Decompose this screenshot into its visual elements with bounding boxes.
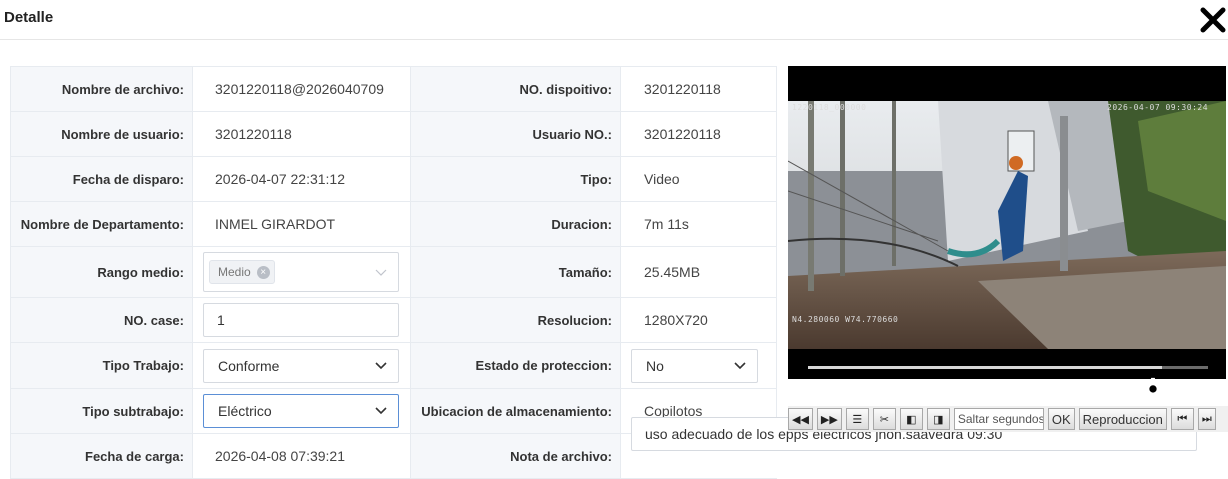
close-icon[interactable]: [1200, 6, 1226, 34]
label-usuario-no: Usuario NO.:: [410, 112, 621, 156]
rango-medio-select[interactable]: Medio ×: [203, 252, 399, 292]
next-frame-icon: ◨: [933, 413, 944, 426]
value-no-dispositivo: 3201220118: [621, 67, 777, 111]
fast-forward-icon: ▶▶: [820, 413, 838, 426]
label-tipo: Tipo:: [410, 157, 621, 201]
skip-end-button[interactable]: ⏭: [1197, 408, 1216, 430]
value-departamento: INMEL GIRARDOT: [215, 216, 336, 232]
ok-button[interactable]: OK: [1047, 408, 1075, 430]
rewind-icon: ◀◀: [792, 413, 809, 426]
osd-device-id: 1220118_000000: [792, 103, 867, 112]
skip-start-button[interactable]: ⏮: [1170, 408, 1194, 430]
value-resolucion: 1280X720: [621, 298, 777, 342]
label-tamano: Tamaño:: [410, 247, 621, 297]
play-mode-button[interactable]: Reproduccion: [1078, 408, 1167, 430]
tipo-subtrabajo-value: Eléctrico: [218, 403, 272, 419]
row-no-case: NO. case: 1 Resolucion: 1280X720: [10, 298, 777, 343]
no-case-input[interactable]: 1: [203, 303, 399, 337]
play-icon[interactable]: [816, 379, 832, 397]
value-duracion: 7m 11s: [621, 202, 777, 246]
prev-frame-icon: ◧: [906, 413, 917, 426]
tipo-trabajo-select[interactable]: Conforme: [203, 348, 399, 383]
value-fecha-carga: 2026-04-08 07:39:21: [215, 448, 345, 464]
chevron-down-icon: [375, 361, 387, 369]
estado-proteccion-select[interactable]: No: [631, 348, 758, 383]
rango-medio-tag-label: Medio: [218, 265, 251, 279]
label-estado-proteccion: Estado de proteccion:: [410, 343, 621, 388]
video-controls: 06:22 / 07:11: [788, 349, 1226, 405]
prev-frame-button[interactable]: ◧: [899, 408, 923, 430]
osd-coordinates: N4.280060 W74.770660: [792, 315, 899, 324]
value-tipo: Video: [621, 157, 777, 201]
value-nombre-archivo: 3201220118@2026040709: [215, 81, 384, 97]
label-nombre-usuario: Nombre de usuario:: [10, 112, 193, 156]
video-scene-image: [788, 101, 1226, 349]
label-fecha-disparo: Fecha de disparo:: [10, 157, 193, 201]
label-nombre-archivo: Nombre de archivo:: [10, 67, 193, 111]
row-fecha-carga: Fecha de carga: 2026-04-08 07:39:21 Nota…: [10, 417, 1197, 479]
dialog-header: Detalle: [0, 0, 1228, 40]
row-nombre-usuario: Nombre de usuario: 3201220118 Usuario NO…: [10, 112, 777, 157]
list-button[interactable]: ☰: [845, 408, 869, 430]
chevron-down-icon: [375, 269, 387, 276]
fullscreen-icon[interactable]: [1182, 379, 1200, 397]
time-display: 06:22 / 07:11: [895, 380, 970, 395]
label-no-dispositivo: NO. dispoitivo:: [410, 67, 621, 111]
estado-proteccion-value: No: [646, 357, 664, 374]
cut-button[interactable]: ✂: [872, 408, 896, 430]
rewind-button[interactable]: ◀◀: [788, 408, 813, 430]
label-resolucion: Resolucion:: [410, 298, 621, 342]
tipo-trabajo-value: Conforme: [218, 357, 280, 374]
label-rango-medio: Rango medio:: [10, 247, 193, 297]
label-duracion: Duracion:: [410, 202, 621, 246]
value-usuario-no: 3201220118: [621, 112, 777, 156]
value-tamano: 25.45MB: [621, 247, 777, 297]
label-tipo-trabajo: Tipo Trabajo:: [10, 343, 193, 388]
label-ubicacion: Ubicacion de almacenamiento:: [410, 389, 621, 433]
label-nota-archivo: Nota de archivo:: [410, 434, 621, 478]
osd-timestamp: 2026-04-07 09:30:24: [1107, 103, 1209, 112]
scissors-icon: ✂: [879, 413, 889, 426]
tag-remove-icon[interactable]: ×: [256, 265, 270, 279]
tipo-subtrabajo-select[interactable]: Eléctrico: [203, 394, 399, 428]
progress-fill: [808, 366, 1162, 369]
skip-start-icon: ⏮: [1177, 412, 1188, 425]
row-rango-medio: Rango medio: Medio × Tamaño: 25.45MB: [10, 247, 777, 298]
label-tipo-subtrabajo: Tipo subtrabajo:: [10, 389, 193, 433]
row-fecha-disparo: Fecha de disparo: 2026-04-07 22:31:12 Ti…: [10, 157, 777, 202]
next-frame-button[interactable]: ◨: [926, 408, 950, 430]
value-fecha-disparo: 2026-04-07 22:31:12: [215, 171, 345, 187]
row-tipo-trabajo: Tipo Trabajo: Conforme Estado de protecc…: [10, 343, 777, 389]
playback-toolbar: ◀◀ ▶▶ ☰ ✂ ◧ ◨ Saltar segundos OK Reprodu…: [788, 406, 1228, 432]
label-fecha-carga: Fecha de carga:: [10, 434, 193, 478]
progress-bar[interactable]: [808, 366, 1208, 369]
label-no-case: NO. case:: [10, 298, 193, 342]
video-player[interactable]: 1220118_000000 2026-04-07 09:30:24 N4.28…: [788, 66, 1226, 379]
label-departamento: Nombre de Departamento:: [10, 202, 193, 246]
gear-icon[interactable]: [1142, 377, 1164, 399]
volume-icon[interactable]: [853, 379, 871, 397]
fast-forward-button[interactable]: ▶▶: [816, 408, 842, 430]
row-departamento: Nombre de Departamento: INMEL GIRARDOT D…: [10, 202, 777, 247]
detail-form: Nombre de archivo: 3201220118@2026040709…: [10, 66, 1197, 479]
video-frame: 1220118_000000 2026-04-07 09:30:24 N4.28…: [788, 101, 1226, 349]
skip-end-icon: ⏭: [1201, 412, 1212, 425]
dialog-title: Detalle: [4, 9, 54, 26]
list-icon: ☰: [852, 413, 863, 426]
rango-medio-tag: Medio ×: [209, 260, 275, 284]
row-nombre-archivo: Nombre de archivo: 3201220118@2026040709…: [10, 67, 777, 112]
jump-seconds-input[interactable]: Saltar segundos: [953, 408, 1044, 430]
chevron-down-icon: [734, 361, 746, 369]
chevron-down-icon: [375, 407, 387, 415]
value-nombre-usuario: 3201220118: [215, 126, 292, 142]
